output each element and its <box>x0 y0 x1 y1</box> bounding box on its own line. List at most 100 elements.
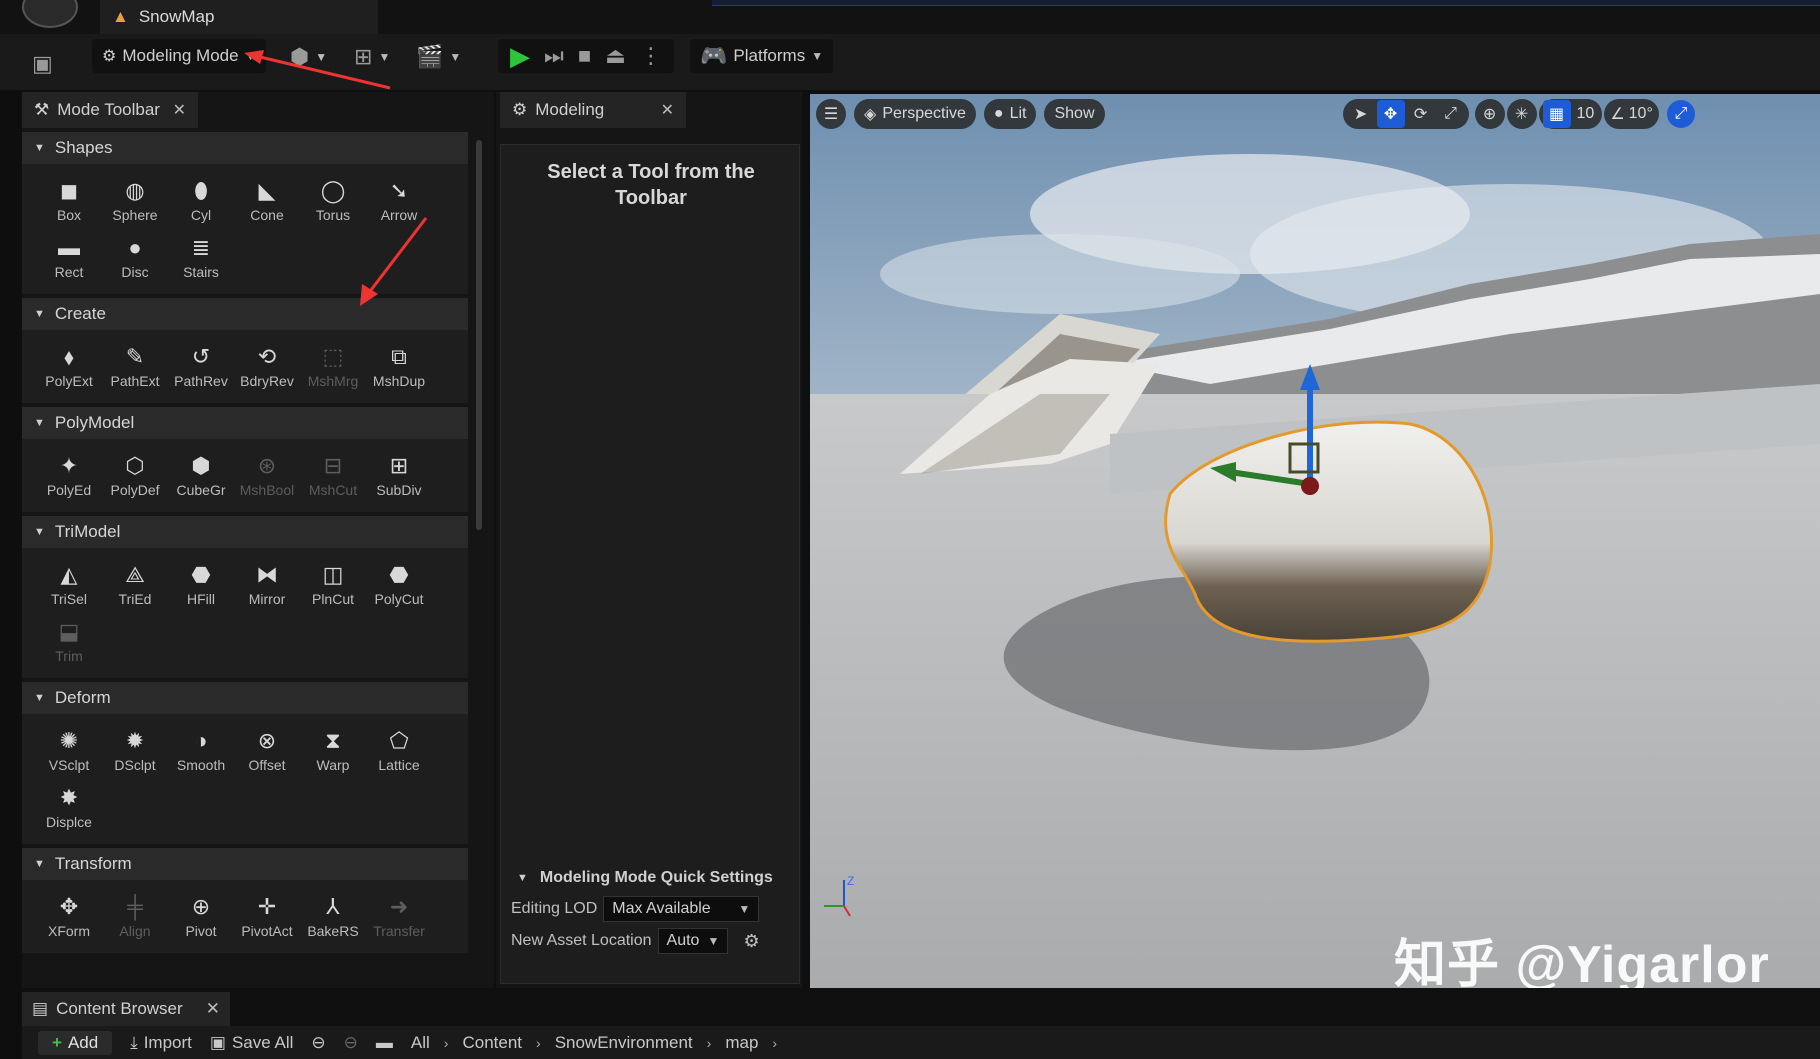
tool-lattice-button[interactable]: ⬠ Lattice <box>366 720 432 777</box>
breadcrumb-item[interactable]: map <box>725 1033 758 1053</box>
maximize-icon[interactable]: ⤢ <box>1666 100 1695 128</box>
close-icon[interactable]: ✕ <box>206 999 220 1019</box>
world-local-icon[interactable]: ⊕ <box>1474 99 1505 129</box>
tool-polydef-button[interactable]: ⬡ PolyDef <box>102 445 168 502</box>
rotation-snap-group[interactable]: ∠ 10° <box>1604 99 1659 129</box>
modeling-tab[interactable]: ⚙ Modeling ✕ <box>500 92 686 128</box>
chevron-right-icon[interactable]: › <box>707 1035 712 1051</box>
section-body-create: ⬧ PolyExt ✎ PathExt ↺ PathRev ⟲ BdryRev ⬚ MshMrg ⧉… <box>22 330 468 403</box>
tool-transfer-button[interactable]: ➜ Transfer <box>366 886 432 943</box>
tool-mirror-button[interactable]: ⧓ Mirror <box>234 554 300 611</box>
tool-align-button[interactable]: ╪ Align <box>102 886 168 943</box>
tool-disc-button[interactable]: ● Disc <box>102 227 168 284</box>
section-header-deform[interactable]: ▼ Deform <box>22 682 468 714</box>
tool-displce-button[interactable]: ✸ Displce <box>36 777 102 834</box>
tool-trisel-button[interactable]: ◭ TriSel <box>36 554 102 611</box>
title-bar: ▲ SnowMap <box>0 0 1820 34</box>
chevron-right-icon[interactable]: › <box>536 1035 541 1051</box>
close-icon[interactable]: ✕ <box>173 100 186 120</box>
level-viewport[interactable]: Z ☰ ◈ Perspective ● Lit Show ➤ ✥ ⟳ ⤢ ⊕ ✳… <box>810 94 1820 988</box>
tool-xform-button[interactable]: ✥ XForm <box>36 886 102 943</box>
quick-settings-header[interactable]: ▼ Modeling Mode Quick Settings <box>501 863 801 893</box>
section-header-transform[interactable]: ▼ Transform <box>22 848 468 880</box>
tool-plncut-button[interactable]: ◫ PlnCut <box>300 554 366 611</box>
tool-mshmrg-button[interactable]: ⬚ MshMrg <box>300 336 366 393</box>
tool-mshdup-button[interactable]: ⧉ MshDup <box>366 336 432 393</box>
polycut-icon: ⬣ <box>389 562 409 587</box>
step-forward-icon[interactable]: ⏭ <box>544 43 564 69</box>
forward-icon[interactable]: ⊖ <box>344 1033 358 1053</box>
tool-pivot-button[interactable]: ⊕ Pivot <box>168 886 234 943</box>
tool-stairs-button[interactable]: ≣ Stairs <box>168 227 234 284</box>
section-body-trimodel: ◭ TriSel ⟁ TriEd ⬣ HFill ⧓ Mirror ◫ PlnCut ⬣ PolyCu… <box>22 548 468 678</box>
grid-snap-group[interactable]: ▦ 10 <box>1538 99 1603 129</box>
tool-polycut-button[interactable]: ⬣ PolyCut <box>366 554 432 611</box>
content-browser-tab[interactable]: ▤ Content Browser ✕ <box>22 992 230 1026</box>
section-header-shapes[interactable]: ▼ Shapes <box>22 132 468 164</box>
tool-pathext-button[interactable]: ✎ PathExt <box>102 336 168 393</box>
tool-polyed-button[interactable]: ✦ PolyEd <box>36 445 102 502</box>
chevron-right-icon[interactable]: › <box>444 1035 449 1051</box>
save-icon[interactable]: ▣ <box>32 46 53 82</box>
tool-dsclpt-button[interactable]: ✹ DSclpt <box>102 720 168 777</box>
tool-bakers-button[interactable]: ⅄ BakeRS <box>300 886 366 943</box>
editing-lod-dropdown[interactable]: Max Available ▼ <box>603 896 760 922</box>
tool-bdryrev-button[interactable]: ⟲ BdryRev <box>234 336 300 393</box>
unreal-logo-icon[interactable] <box>22 0 78 28</box>
section-header-polymodel[interactable]: ▼ PolyModel <box>22 407 468 439</box>
tool-trim-button[interactable]: ⬓ Trim <box>36 611 102 668</box>
new-asset-location-dropdown[interactable]: Auto ▼ <box>657 928 728 954</box>
platforms-button[interactable]: 🎮 Platforms ▼ <box>690 39 834 73</box>
lit-button[interactable]: ● Lit <box>983 99 1037 129</box>
mode-toolbar-tab[interactable]: ⚒ Mode Toolbar ✕ <box>22 92 198 128</box>
tool-pivotact-button[interactable]: ✛ PivotAct <box>234 886 300 943</box>
import-button[interactable]: ⤓ Import <box>130 1033 192 1053</box>
tool-smooth-button[interactable]: ◑ Smooth <box>168 720 234 777</box>
breadcrumb-item[interactable]: Content <box>462 1033 522 1053</box>
surface-snap-icon[interactable]: ✳ <box>1506 99 1537 129</box>
level-tab[interactable]: ▲ SnowMap <box>100 0 378 34</box>
tool-cone-button[interactable]: ◣ Cone <box>234 170 300 227</box>
tool-rect-button[interactable]: ▬ Rect <box>36 227 102 284</box>
scale-icon[interactable]: ⤢ <box>1437 100 1465 128</box>
breadcrumb-item[interactable]: All <box>411 1033 430 1053</box>
perspective-button[interactable]: ◈ Perspective <box>854 99 976 129</box>
tool-mshbool-button[interactable]: ⊛ MshBool <box>234 445 300 502</box>
close-icon[interactable]: ✕ <box>661 100 674 120</box>
tool-box-button[interactable]: ◼ Box <box>36 170 102 227</box>
tool-pathrev-button[interactable]: ↺ PathRev <box>168 336 234 393</box>
back-icon[interactable]: ⊖ <box>311 1033 325 1053</box>
scrollbar[interactable] <box>474 132 484 982</box>
scrollbar-thumb[interactable] <box>476 140 482 530</box>
breadcrumb-item[interactable]: SnowEnvironment <box>555 1033 693 1053</box>
tool-hfill-button[interactable]: ⬣ HFill <box>168 554 234 611</box>
eject-icon[interactable]: ⏏ <box>605 43 626 69</box>
tool-mshcut-button[interactable]: ⊟ MshCut <box>300 445 366 502</box>
section-header-trimodel[interactable]: ▼ TriModel <box>22 516 468 548</box>
select-cursor-icon[interactable]: ➤ <box>1347 100 1375 128</box>
tool-subdiv-button[interactable]: ⊞ SubDiv <box>366 445 432 502</box>
gear-icon[interactable]: ⚙ <box>744 931 760 952</box>
cinematics-button[interactable]: 🎬 ▼ <box>416 39 461 75</box>
save-all-button[interactable]: ▣ Save All <box>210 1033 294 1053</box>
hfill-icon: ⬣ <box>191 562 211 587</box>
chevron-right-icon[interactable]: › <box>772 1035 777 1051</box>
stop-icon[interactable]: ■ <box>578 43 591 69</box>
tool-cyl-button[interactable]: ⬮ Cyl <box>168 170 234 227</box>
tool-warp-button[interactable]: ⧗ Warp <box>300 720 366 777</box>
mode-toolbar-panel: ⚒ Mode Toolbar ✕ ▼ Shapes ◼ Box ◍ Sphere ⬮ Cyl ◣… <box>22 92 494 988</box>
add-button[interactable]: + Add <box>38 1030 113 1055</box>
tool-polyext-button[interactable]: ⬧ PolyExt <box>36 336 102 393</box>
tool-cubegr-button[interactable]: ⬢ CubeGr <box>168 445 234 502</box>
tool-offset-button[interactable]: ⊗ Offset <box>234 720 300 777</box>
translate-icon[interactable]: ✥ <box>1376 100 1405 128</box>
play-icon[interactable]: ▶ <box>510 41 530 72</box>
tool-vsclpt-button[interactable]: ✺ VSclpt <box>36 720 102 777</box>
show-button[interactable]: Show <box>1044 99 1105 129</box>
viewport-menu-icon[interactable]: ☰ <box>816 99 846 129</box>
tool-sphere-button[interactable]: ◍ Sphere <box>102 170 168 227</box>
more-options-icon[interactable]: ⋮ <box>640 43 662 69</box>
rotate-icon[interactable]: ⟳ <box>1407 100 1435 128</box>
title-bar-accent <box>712 0 1820 6</box>
tool-tried-button[interactable]: ⟁ TriEd <box>102 554 168 611</box>
